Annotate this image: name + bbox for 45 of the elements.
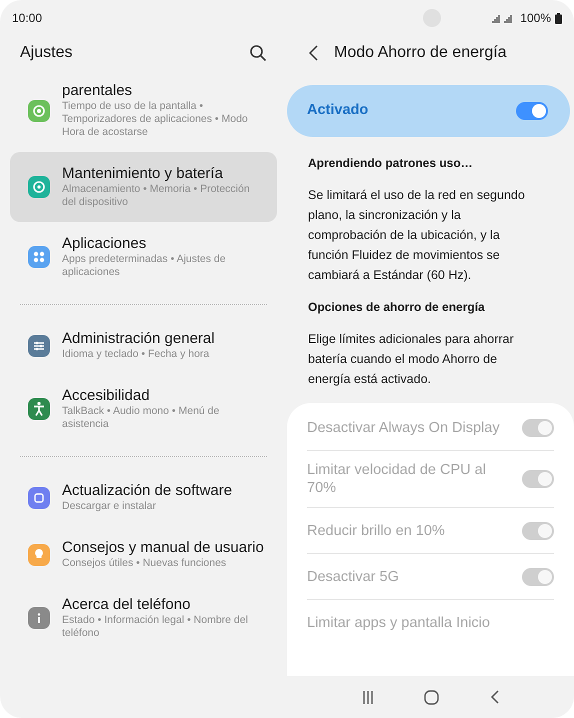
settings-item[interactable]: parentales Tiempo de uso de la pantalla • Temporizadores de aplicaciones • Modo Hora de acostarse <box>10 82 277 152</box>
back-icon[interactable] <box>309 45 318 61</box>
page-title: Ajustes <box>20 43 72 63</box>
recent-apps-icon[interactable] <box>362 690 374 704</box>
item-title: Aplicaciones <box>62 235 148 253</box>
item-subtitle: Consejos útiles • Nuevas funciones <box>62 557 228 570</box>
item-subtitle: Descargar e instalar <box>62 500 157 513</box>
item-subtitle: Almacenamiento • Memoria • Protección del dispositivo <box>62 183 251 209</box>
status-heading: Aprendiendo patrones uso… <box>308 155 474 172</box>
battery-level: 100% <box>520 10 551 27</box>
description-text: Se limitará el uso de la red en segundo plano, la sincronización y la comprobación de la ubicación, y la función Fluidez de movimientos se cambiará a Estándar (60 Hz). <box>308 187 526 284</box>
status-time: 10:00 <box>12 10 42 27</box>
settings-item[interactable]: Mantenimiento y batería Almacenamiento • Memoria • Protección del dispositivo <box>10 152 277 222</box>
battery-icon <box>555 12 562 24</box>
switch-label: Activado <box>307 101 368 120</box>
section-heading: Opciones de ahorro de energía <box>308 299 486 316</box>
item-subtitle: Estado • Información legal • Nombre del teléfono <box>62 614 249 640</box>
toggle-switch[interactable] <box>516 102 548 120</box>
description-text: Elige límites adicionales para ahorrar batería cuando el modo Ahorro de energía está activado. <box>308 331 515 388</box>
option-label: Limitar apps y pantalla Inicio <box>307 614 490 632</box>
item-title: parentales <box>62 82 134 100</box>
item-subtitle: Apps predeterminadas • Ajustes de aplicaciones <box>62 253 227 279</box>
settings-item[interactable]: Actualización de software Descargar e instalar <box>10 469 277 526</box>
home-icon[interactable] <box>424 690 440 704</box>
settings-item[interactable]: Consejos y manual de usuario Consejos útiles • Nuevas funciones <box>10 526 277 583</box>
settings-item[interactable]: Accesibilidad TalkBack • Audio mono • Menú de asistencia <box>10 374 277 444</box>
item-subtitle: Idioma y teclado • Fecha y hora <box>62 348 210 361</box>
search-icon[interactable] <box>249 44 267 62</box>
back-icon[interactable] <box>490 690 499 704</box>
item-subtitle: Tiempo de uso de la pantalla • Temporizadores de aplicaciones • Modo Hora de acostarse <box>62 100 249 139</box>
settings-item[interactable]: Administración general Idioma y teclado • Fecha y hora <box>10 317 277 374</box>
item-title: Acerca del teléfono <box>62 596 192 614</box>
item-title: Administración general <box>62 330 215 348</box>
option-label: Limitar velocidad de CPU al 70% <box>307 461 487 497</box>
page-title: Modo Ahorro de energía <box>334 43 507 63</box>
option-label: Reducir brillo en 10% <box>307 522 445 540</box>
settings-item[interactable]: Acerca del teléfono Estado • Información legal • Nombre del teléfono <box>10 583 277 653</box>
item-title: Consejos y manual de usuario <box>62 539 264 557</box>
item-title: Actualización de software <box>62 482 232 500</box>
item-title: Mantenimiento y batería <box>62 165 224 183</box>
item-subtitle: TalkBack • Audio mono • Menú de asistencia <box>62 405 220 431</box>
item-title: Accesibilidad <box>62 387 151 405</box>
settings-item[interactable]: Aplicaciones Apps predeterminadas • Ajustes de aplicaciones <box>10 222 277 292</box>
option-label: Desactivar Always On Display <box>307 418 500 436</box>
option-label: Desactivar 5G <box>307 568 399 586</box>
